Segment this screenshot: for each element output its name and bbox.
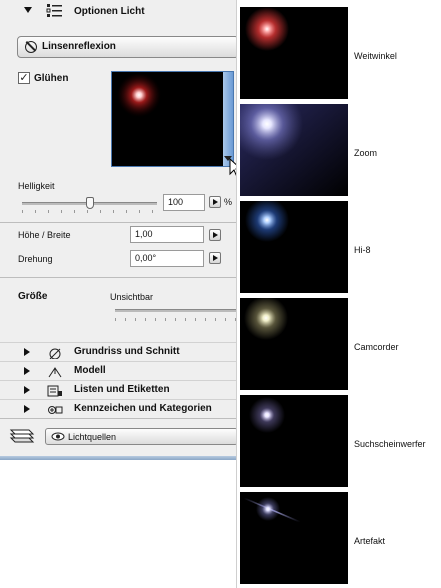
- size-ticks: [115, 318, 236, 321]
- light-options-header[interactable]: Optionen Licht: [0, 0, 236, 28]
- flare-preset-camcorder[interactable]: Camcorder: [240, 298, 440, 390]
- flare-preview-image: [117, 73, 161, 117]
- flare-preset-artefakt[interactable]: Artefakt: [240, 492, 440, 584]
- expand-arrow-icon[interactable]: [24, 367, 30, 375]
- light-options-panel: Optionen Licht Linsenreflexion ✓ Glühen …: [0, 0, 239, 460]
- flare-preset-weitwinkel[interactable]: Weitwinkel: [240, 7, 440, 99]
- list-label-icon: [47, 385, 62, 397]
- eye-icon: [51, 432, 65, 441]
- section-model[interactable]: Modell: [0, 361, 236, 380]
- preset-thumbnail: [240, 104, 348, 196]
- preset-thumbnail: [240, 492, 348, 584]
- preset-label: Camcorder: [354, 342, 399, 352]
- lens-flare-label: Linsenreflexion: [42, 41, 116, 52]
- brightness-input[interactable]: 100: [163, 194, 205, 211]
- size-label: Größe: [18, 291, 48, 302]
- brightness-arrow-button[interactable]: [209, 196, 221, 208]
- panel-title: Optionen Licht: [74, 6, 145, 17]
- glow-label: Glühen: [34, 73, 69, 84]
- rotation-input[interactable]: 0,00°: [130, 250, 204, 267]
- divider: [0, 277, 236, 278]
- height-width-input[interactable]: 1,00: [130, 226, 204, 243]
- flare-preset-list: Weitwinkel Zoom Hi-8 Camcorder Suchschei…: [236, 0, 441, 588]
- floor-plan-icon: [49, 348, 61, 359]
- brightness-label: Helligkeit: [18, 181, 55, 191]
- light-sources-button[interactable]: Lichtquellen: [45, 428, 238, 445]
- size-value-label: Unsichtbar: [110, 292, 154, 302]
- size-slider[interactable]: [115, 309, 236, 312]
- expand-arrow-icon[interactable]: [24, 405, 30, 413]
- empty-area: [0, 460, 236, 588]
- expand-arrow-icon[interactable]: [24, 386, 30, 394]
- section-label: Grundriss und Schnitt: [74, 346, 180, 357]
- preset-thumbnail: [240, 7, 348, 99]
- preset-label: Suchscheinwerfer: [354, 439, 426, 449]
- light-sources-label: Lichtquellen: [68, 432, 117, 442]
- brightness-slider-thumb[interactable]: [86, 197, 94, 209]
- section-label: Modell: [74, 365, 106, 376]
- flare-preview[interactable]: [111, 71, 234, 167]
- rotation-label: Drehung: [18, 254, 53, 264]
- collapse-arrow-icon[interactable]: [24, 7, 32, 13]
- model-icon: [48, 367, 62, 378]
- prohibited-icon: [25, 41, 37, 53]
- section-tags-categories[interactable]: Kennzeichen und Kategorien: [0, 399, 236, 418]
- rotation-arrow-button[interactable]: [209, 252, 221, 264]
- flare-preset-hi8[interactable]: Hi-8: [240, 201, 440, 293]
- brightness-ticks: [22, 210, 157, 213]
- preset-thumbnail: [240, 298, 348, 390]
- preview-scrollbar[interactable]: [223, 72, 233, 166]
- section-label: Listen und Etiketten: [74, 384, 170, 395]
- brightness-unit: %: [224, 197, 233, 207]
- preset-label: Artefakt: [354, 536, 386, 546]
- preset-label: Weitwinkel: [354, 51, 397, 61]
- tag-category-icon: [48, 406, 63, 414]
- preset-label: Hi-8: [354, 245, 371, 255]
- flare-preset-suchscheinwerfer[interactable]: Suchscheinwerfer: [240, 395, 440, 487]
- preset-thumbnail: [240, 395, 348, 487]
- divider: [0, 418, 236, 419]
- section-lists-labels[interactable]: Listen und Etiketten: [0, 380, 236, 399]
- flare-preset-zoom[interactable]: Zoom: [240, 104, 440, 196]
- preset-label: Zoom: [354, 148, 378, 158]
- height-width-arrow-button[interactable]: [209, 229, 221, 241]
- layers-icon[interactable]: [7, 426, 37, 444]
- expand-arrow-icon[interactable]: [24, 348, 30, 356]
- divider: [0, 222, 236, 223]
- preset-thumbnail: [240, 201, 348, 293]
- light-options-icon: [46, 4, 62, 17]
- section-label: Kennzeichen und Kategorien: [74, 403, 212, 414]
- height-width-label: Höhe / Breite: [18, 230, 71, 240]
- section-floor-plan[interactable]: Grundriss und Schnitt: [0, 342, 236, 361]
- lens-flare-button[interactable]: Linsenreflexion: [17, 36, 239, 58]
- glow-checkbox[interactable]: ✓: [18, 72, 30, 84]
